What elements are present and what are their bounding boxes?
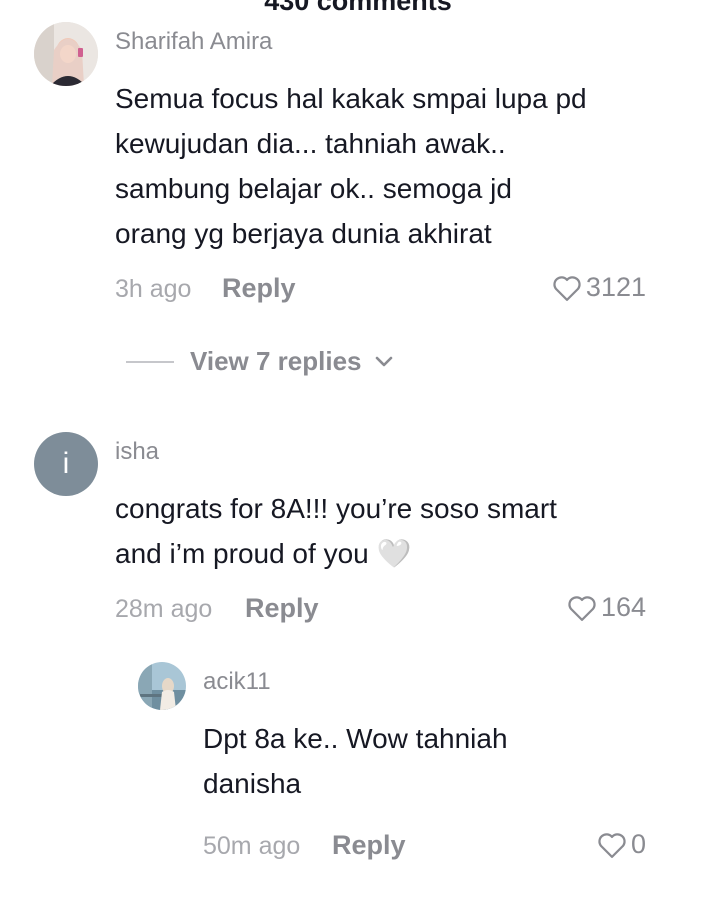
reply-comment-item: acik11 Dpt 8a ke.. Wow tahniah danisha 5… bbox=[0, 0, 716, 880]
like-count: 0 bbox=[630, 829, 646, 859]
comment-text-line: danisha bbox=[203, 768, 302, 799]
comment-username[interactable]: acik11 bbox=[203, 668, 271, 696]
comment-timestamp: 50m ago bbox=[203, 832, 301, 860]
comment-text-line: Dpt 8a ke.. Wow tahniah bbox=[203, 723, 508, 754]
like-button[interactable]: 0 bbox=[597, 829, 646, 860]
avatar-photo bbox=[138, 662, 186, 710]
avatar[interactable] bbox=[138, 662, 186, 710]
reply-button[interactable]: Reply bbox=[332, 830, 406, 861]
heart-outline-icon bbox=[598, 832, 626, 858]
